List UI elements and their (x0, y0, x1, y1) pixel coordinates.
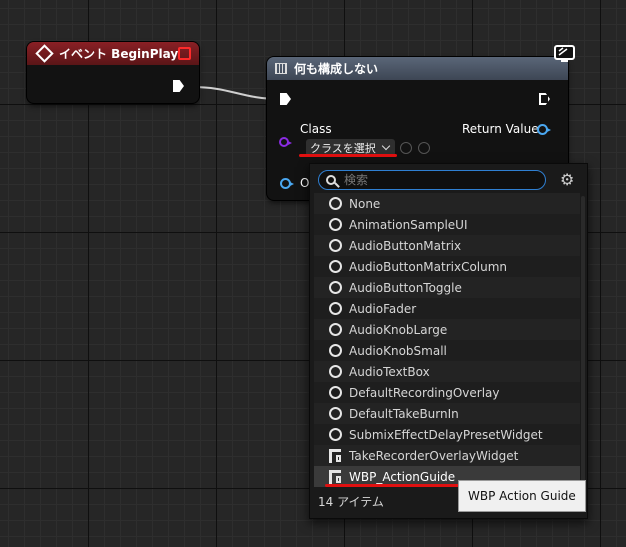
event-beginplay-node[interactable]: イベント BeginPlay (27, 42, 199, 103)
search-input[interactable] (342, 172, 526, 188)
search-icon (326, 175, 336, 185)
list-item[interactable]: SubmixEffectDelayPresetWidget (314, 424, 580, 445)
highlight-underline-item (325, 484, 462, 487)
none-icon (329, 302, 342, 315)
list-item[interactable]: DefaultTakeBurnIn (314, 403, 580, 424)
class-picker-dropdown[interactable]: ⚙ None AnimationSampleUI AudioButtonMatrix… (309, 163, 588, 519)
gear-icon[interactable]: ⚙ (560, 172, 574, 188)
list-item[interactable]: AudioFader (314, 298, 580, 319)
list-item-label: TakeRecorderOverlayWidget (349, 448, 519, 463)
none-icon (329, 407, 342, 420)
list-item-label: AudioButtonToggle (349, 280, 462, 295)
class-input-pin-icon[interactable] (279, 137, 292, 147)
list-item[interactable]: AnimationSampleUI (314, 214, 580, 235)
return-value-pin-icon[interactable] (537, 124, 551, 135)
none-icon (329, 218, 342, 231)
list-item[interactable]: AudioButtonToggle (314, 277, 580, 298)
list-item-label: DefaultTakeBurnIn (349, 406, 459, 421)
create-node-header: 何も構成しない (267, 57, 568, 80)
class-pin-label: Class (300, 122, 332, 136)
list-item-label: AudioTextBox (349, 364, 430, 379)
tooltip-text: WBP Action Guide (468, 489, 576, 503)
scrollbar[interactable] (581, 196, 585, 486)
none-icon (329, 428, 342, 441)
list-item-label: DefaultRecordingOverlay (349, 385, 500, 400)
none-icon (329, 323, 342, 336)
stop-square-icon (178, 47, 191, 60)
monitor-icon (554, 45, 575, 62)
event-diamond-icon (35, 44, 54, 63)
list-item-label: AudioButtonMatrix (349, 238, 462, 253)
item-count: 14 アイテム (318, 495, 384, 509)
search-field[interactable] (318, 170, 546, 190)
list-item-label: SubmixEffectDelayPresetWidget (349, 427, 543, 442)
list-item[interactable]: None (314, 193, 580, 214)
use-selected-icon[interactable] (400, 142, 412, 154)
list-item[interactable]: DefaultRecordingOverlay (314, 382, 580, 403)
list-item[interactable]: AudioButtonMatrixColumn (314, 256, 580, 277)
list-item-label: AudioFader (349, 301, 417, 316)
list-item-label: AudioKnobLarge (349, 322, 448, 337)
highlight-underline-combo (299, 154, 397, 157)
exec-input-pin-icon[interactable] (280, 93, 291, 105)
owner-pin-icon[interactable] (280, 178, 294, 189)
event-node-title: イベント BeginPlay (59, 47, 179, 61)
browse-icon[interactable] (418, 142, 430, 154)
none-icon (329, 260, 342, 273)
list-item[interactable]: AudioKnobLarge (314, 319, 580, 340)
tooltip: WBP Action Guide (458, 480, 586, 512)
create-node-title: 何も構成しない (294, 62, 379, 76)
none-icon (329, 197, 342, 210)
list-item-label: AnimationSampleUI (349, 217, 468, 232)
widget-blueprint-icon (329, 448, 341, 463)
list-item-label: AudioButtonMatrixColumn (349, 259, 508, 274)
none-icon (329, 365, 342, 378)
chevron-down-icon (381, 141, 391, 151)
list-item[interactable]: AudioTextBox (314, 361, 580, 382)
widget-icon (275, 63, 287, 74)
list-item[interactable]: AudioKnobSmall (314, 340, 580, 361)
list-item[interactable]: AudioButtonMatrix (314, 235, 580, 256)
list-item-label: None (349, 196, 381, 211)
event-node-header: イベント BeginPlay (27, 42, 199, 65)
return-value-label: Return Value (462, 122, 539, 136)
none-icon (329, 344, 342, 357)
list-item[interactable]: TakeRecorderOverlayWidget (314, 445, 580, 466)
none-icon (329, 386, 342, 399)
none-icon (329, 281, 342, 294)
none-icon (329, 239, 342, 252)
widget-blueprint-icon (329, 469, 341, 484)
exec-output-pin-icon[interactable] (539, 93, 550, 105)
class-list: None AnimationSampleUI AudioButtonMatrix Au… (314, 193, 580, 487)
list-item-label: WBP_ActionGuide (349, 469, 456, 484)
list-item-label: AudioKnobSmall (349, 343, 447, 358)
exec-output-pin-icon[interactable] (173, 80, 184, 92)
